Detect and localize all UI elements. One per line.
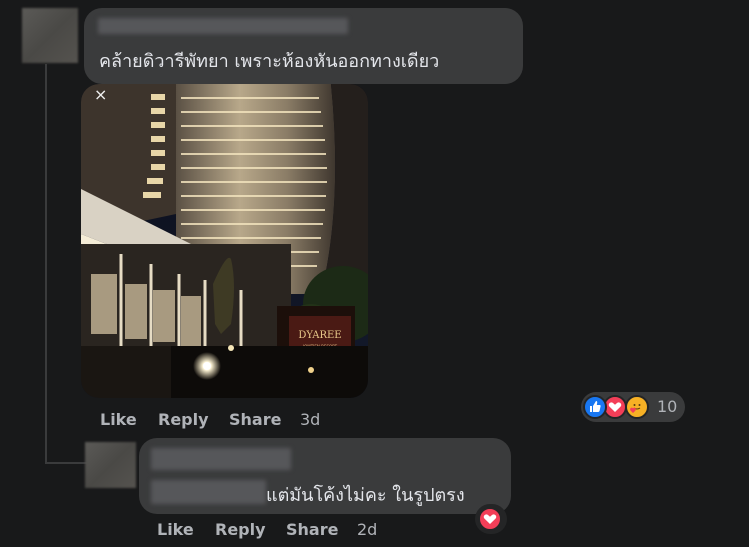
avatar[interactable] <box>85 442 136 488</box>
reply-button[interactable]: Reply <box>158 410 209 429</box>
care-icon <box>625 395 649 419</box>
comment-bubble: คล้ายดิวารีพัทยา เพราะห้องหันออกทางเดียว <box>84 8 523 84</box>
reply-connector-line <box>45 462 87 464</box>
like-button[interactable]: Like <box>100 410 137 429</box>
timestamp[interactable]: 2d <box>357 520 377 539</box>
reply-button[interactable]: Reply <box>215 520 266 539</box>
hotel-photo-illustration: DYAREE JOMTIEN RESORT <box>81 84 368 398</box>
close-icon[interactable]: × <box>94 87 107 103</box>
timestamp[interactable]: 3d <box>300 410 320 429</box>
commenter-name[interactable] <box>151 448 291 470</box>
reply-actions: Like Reply Share 2d <box>0 520 749 542</box>
reply-text: แต่มันโค้งไม่คะ ในรูปตรง <box>266 485 465 506</box>
reaction-count: 10 <box>657 397 678 416</box>
commenter-name[interactable] <box>98 18 348 34</box>
reply-text-redacted <box>151 480 266 504</box>
thread-line <box>45 64 47 464</box>
like-icon <box>583 395 607 419</box>
comment-text: คล้ายดิวารีพัทยา เพราะห้องหันออกทางเดียว <box>99 51 440 72</box>
reply-bubble: แต่มันโค้งไม่คะ ในรูปตรง <box>139 438 511 514</box>
sign-text: DYAREE <box>298 330 341 341</box>
like-button[interactable]: Like <box>157 520 194 539</box>
share-button[interactable]: Share <box>229 410 281 429</box>
reactions-summary[interactable]: 10 <box>581 392 685 422</box>
share-button[interactable]: Share <box>286 520 338 539</box>
comment-photo[interactable]: DYAREE JOMTIEN RESORT <box>81 84 368 398</box>
avatar[interactable] <box>22 8 78 63</box>
